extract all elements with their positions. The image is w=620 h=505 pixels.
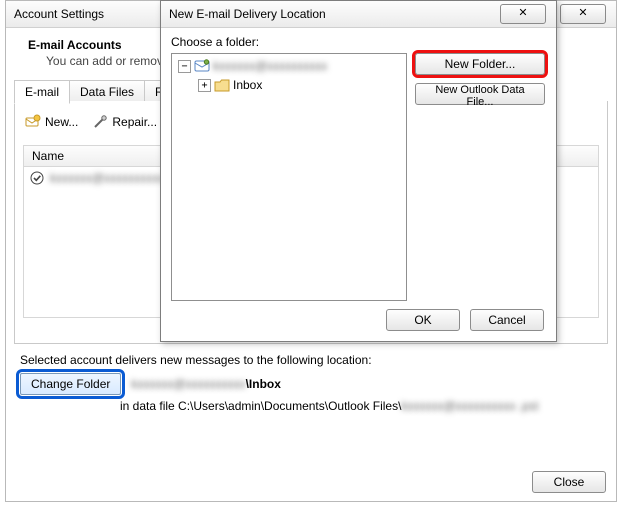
account-default-icon <box>30 171 44 185</box>
tree-root-label: kxxxxxx@xxxxxxxxxx <box>213 59 327 73</box>
new-account-button[interactable]: New... <box>25 114 78 130</box>
repair-account-button[interactable]: Repair... <box>92 114 157 130</box>
change-folder-button[interactable]: Change Folder <box>20 373 121 395</box>
expand-icon[interactable]: + <box>198 79 211 92</box>
ok-button[interactable]: OK <box>386 309 460 331</box>
tree-inbox-label: Inbox <box>233 78 262 92</box>
delivery-location-label: Selected account delivers new messages t… <box>20 353 602 367</box>
mail-new-icon <box>25 114 41 130</box>
tree-root-node[interactable]: − kxxxxxx@xxxxxxxxxx <box>178 59 406 73</box>
repair-icon <box>92 114 108 130</box>
tab-email[interactable]: E-mail <box>14 80 70 104</box>
folder-icon <box>214 79 230 92</box>
delivery-folder-path: kxxxxxx@xxxxxxxxxx\Inbox <box>131 377 281 391</box>
new-outlook-data-file-button[interactable]: New Outlook Data File... <box>415 83 545 105</box>
close-icon[interactable]: ✕ <box>560 4 606 24</box>
delivery-location-dialog: New E-mail Delivery Location ✕ Choose a … <box>160 0 557 342</box>
new-folder-button[interactable]: New Folder... <box>415 53 545 75</box>
cancel-button[interactable]: Cancel <box>470 309 544 331</box>
delivery-location-section: Selected account delivers new messages t… <box>20 353 602 413</box>
dialog-title: New E-mail Delivery Location <box>169 7 326 21</box>
account-name: kxxxxxx@xxxxxxxxxx <box>50 171 164 185</box>
tree-inbox-node[interactable]: + Inbox <box>198 78 406 92</box>
new-account-label: New... <box>45 115 78 129</box>
repair-account-label: Repair... <box>112 115 157 129</box>
dialog-titlebar: New E-mail Delivery Location <box>161 1 556 28</box>
choose-folder-label: Choose a folder: <box>171 35 546 49</box>
folder-tree[interactable]: − kxxxxxx@xxxxxxxxxx + <box>171 53 407 301</box>
close-icon[interactable]: ✕ <box>500 4 546 24</box>
close-button[interactable]: Close <box>532 471 606 493</box>
account-settings-title: Account Settings <box>14 7 104 21</box>
outlook-store-icon <box>194 59 210 73</box>
delivery-datafile-path: in data file C:\Users\admin\Documents\Ou… <box>120 399 602 413</box>
collapse-icon[interactable]: − <box>178 60 191 73</box>
